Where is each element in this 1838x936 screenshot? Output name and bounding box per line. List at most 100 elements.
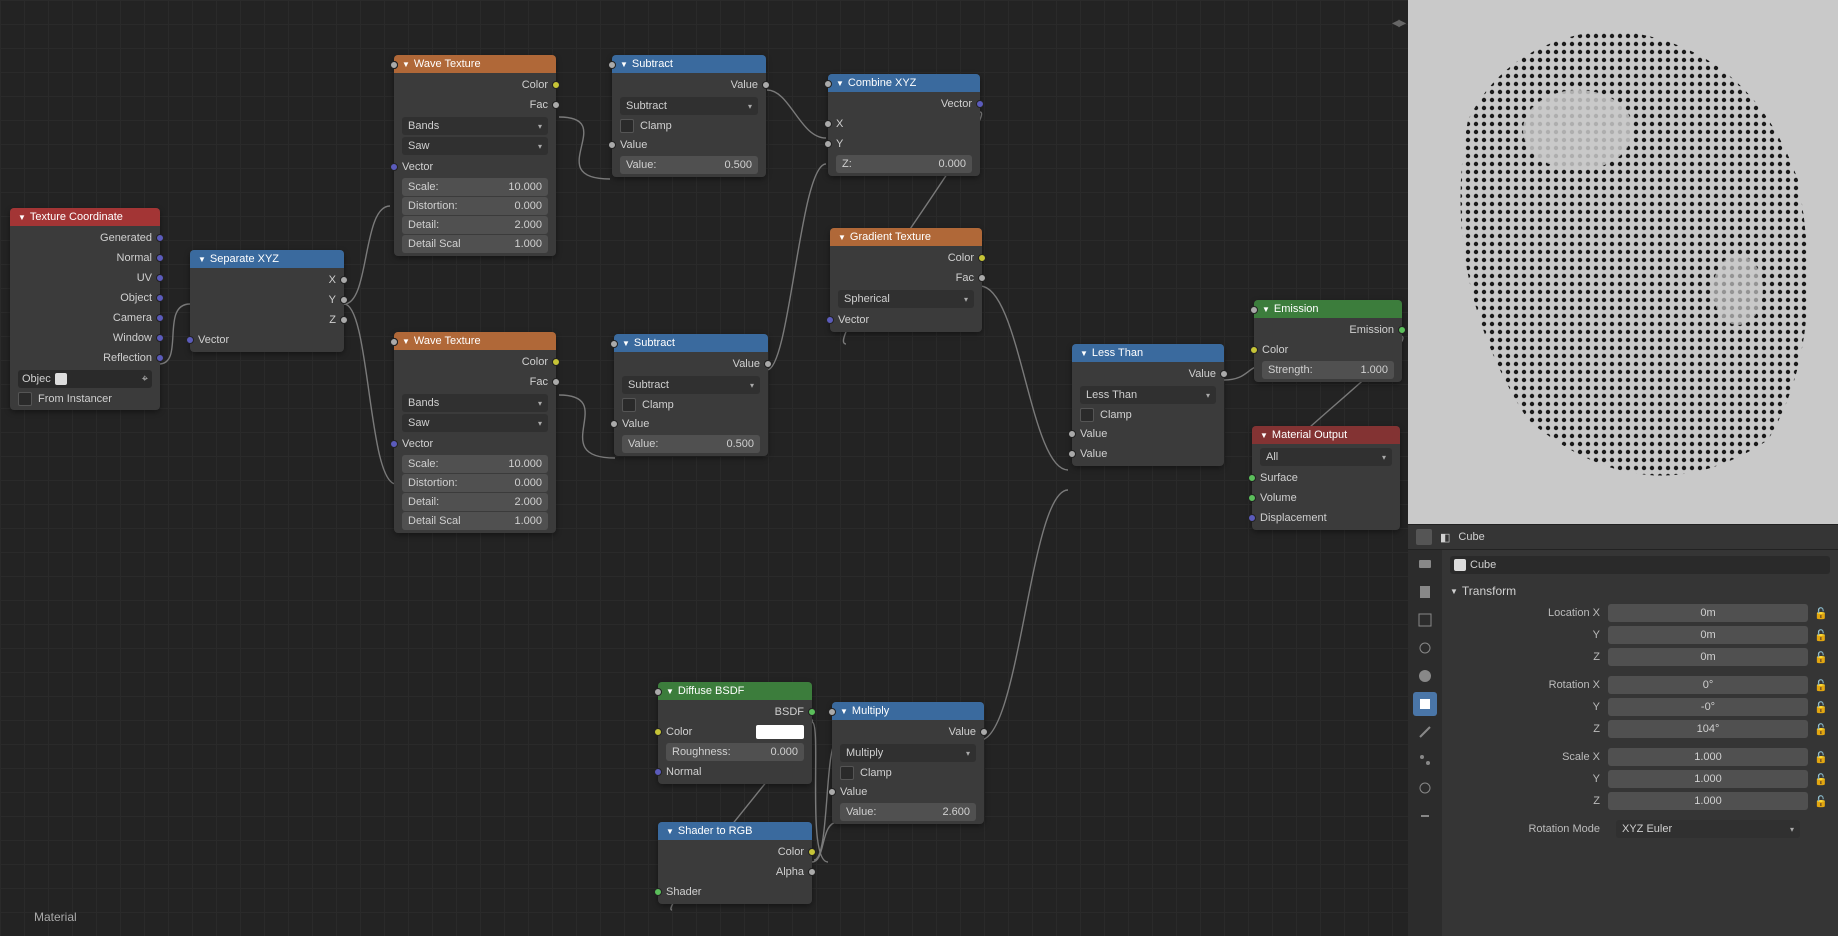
- lock-icon[interactable]: 🔓: [1812, 676, 1830, 694]
- socket-displacement-in[interactable]: Displacement: [1252, 508, 1400, 528]
- roughness-field[interactable]: Roughness:0.000: [666, 743, 804, 761]
- node-header[interactable]: Diffuse BSDF: [658, 682, 812, 700]
- node-emission[interactable]: Emission Emission Color Strength:1.000: [1254, 300, 1402, 382]
- socket-z[interactable]: Z: [190, 310, 344, 330]
- node-subtract-1[interactable]: Subtract Value Subtract Clamp Value Valu…: [612, 55, 766, 177]
- node-subtract-2[interactable]: Subtract Value Subtract Clamp Value Valu…: [614, 334, 768, 456]
- scale-field[interactable]: Scale:10.000: [402, 455, 548, 473]
- socket-normal-in[interactable]: Normal: [658, 762, 812, 782]
- gradient-type-select[interactable]: Spherical: [838, 290, 974, 308]
- node-header[interactable]: Shader to RGB: [658, 822, 812, 840]
- scale-field[interactable]: Scale:10.000: [402, 178, 548, 196]
- node-header[interactable]: Wave Texture: [394, 332, 556, 350]
- tab-object[interactable]: [1413, 692, 1437, 716]
- value2-field[interactable]: Value:2.600: [840, 803, 976, 821]
- clamp-checkbox[interactable]: Clamp: [612, 117, 766, 135]
- tab-render[interactable]: [1413, 552, 1437, 576]
- socket-x[interactable]: X: [190, 270, 344, 290]
- socket-value-out[interactable]: Value: [1072, 364, 1224, 384]
- wave-profile-select[interactable]: Saw: [402, 414, 548, 432]
- tab-output[interactable]: [1413, 580, 1437, 604]
- node-editor[interactable]: Texture Coordinate Generated Normal UV O…: [0, 0, 1408, 936]
- socket-value-out[interactable]: Value: [612, 75, 766, 95]
- node-texture-coordinate[interactable]: Texture Coordinate Generated Normal UV O…: [10, 208, 160, 410]
- lock-icon[interactable]: 🔓: [1812, 770, 1830, 788]
- node-header[interactable]: Texture Coordinate: [10, 208, 160, 226]
- node-multiply[interactable]: Multiply Value Multiply Clamp Value Valu…: [832, 702, 984, 824]
- clamp-checkbox[interactable]: Clamp: [832, 764, 984, 782]
- from-instancer-checkbox[interactable]: From Instancer: [10, 390, 160, 408]
- rotation-x-field[interactable]: 0°: [1608, 676, 1808, 694]
- socket-surface-in[interactable]: Surface: [1252, 468, 1400, 488]
- location-y-field[interactable]: 0m: [1608, 626, 1808, 644]
- socket-bsdf-out[interactable]: BSDF: [658, 702, 812, 722]
- node-header[interactable]: Combine XYZ: [828, 74, 980, 92]
- scale-x-field[interactable]: 1.000: [1608, 748, 1808, 766]
- tab-view-layer[interactable]: [1413, 608, 1437, 632]
- socket-value1-in[interactable]: Value: [832, 782, 984, 802]
- socket-value1-in[interactable]: Value: [1072, 424, 1224, 444]
- scale-z-field[interactable]: 1.000: [1608, 792, 1808, 810]
- location-x-field[interactable]: 0m: [1608, 604, 1808, 622]
- scale-y-field[interactable]: 1.000: [1608, 770, 1808, 788]
- socket-vector-in[interactable]: Vector: [394, 434, 556, 454]
- node-header[interactable]: Less Than: [1072, 344, 1224, 362]
- object-field[interactable]: Objec⌖: [18, 370, 152, 388]
- rotation-y-field[interactable]: -0°: [1608, 698, 1808, 716]
- node-header[interactable]: Separate XYZ: [190, 250, 344, 268]
- z-field[interactable]: Z:0.000: [836, 155, 972, 173]
- socket-vector-in[interactable]: Vector: [830, 310, 982, 330]
- socket-vector-in[interactable]: Vector: [190, 330, 344, 350]
- rotation-mode-select[interactable]: XYZ Euler: [1616, 820, 1800, 838]
- detail-field[interactable]: Detail:2.000: [402, 493, 548, 511]
- node-header[interactable]: Wave Texture: [394, 55, 556, 73]
- socket-window[interactable]: Window: [10, 328, 160, 348]
- node-header[interactable]: Subtract: [612, 55, 766, 73]
- socket-value-out[interactable]: Value: [832, 722, 984, 742]
- socket-alpha-out[interactable]: Alpha: [658, 862, 812, 882]
- tab-physics[interactable]: [1413, 776, 1437, 800]
- node-combine-xyz[interactable]: Combine XYZ Vector X Y Z:0.000: [828, 74, 980, 176]
- value2-field[interactable]: Value:0.500: [622, 435, 760, 453]
- math-op-select[interactable]: Subtract: [622, 376, 760, 394]
- node-header[interactable]: Material Output: [1252, 426, 1400, 444]
- transform-panel-header[interactable]: Transform: [1450, 580, 1830, 602]
- tab-constraints[interactable]: [1413, 804, 1437, 828]
- socket-uv[interactable]: UV: [10, 268, 160, 288]
- detail-field[interactable]: Detail:2.000: [402, 216, 548, 234]
- socket-value-out[interactable]: Value: [614, 354, 768, 374]
- tab-world[interactable]: [1413, 664, 1437, 688]
- wave-profile-select[interactable]: Saw: [402, 137, 548, 155]
- socket-object[interactable]: Object: [10, 288, 160, 308]
- node-header[interactable]: Subtract: [614, 334, 768, 352]
- clamp-checkbox[interactable]: Clamp: [614, 396, 768, 414]
- clamp-checkbox[interactable]: Clamp: [1072, 406, 1224, 424]
- node-wave-texture-1[interactable]: Wave Texture Color Fac Bands Saw Vector …: [394, 55, 556, 256]
- socket-y[interactable]: Y: [190, 290, 344, 310]
- pin-icon[interactable]: [1416, 529, 1432, 545]
- area-splitter[interactable]: ◀ ▶: [1392, 18, 1404, 29]
- lock-icon[interactable]: 🔓: [1812, 748, 1830, 766]
- detail-scale-field[interactable]: Detail Scal1.000: [402, 235, 548, 253]
- rotation-z-field[interactable]: 104°: [1608, 720, 1808, 738]
- socket-color-in[interactable]: Color: [1254, 340, 1402, 360]
- render-preview[interactable]: [1408, 0, 1838, 524]
- tab-particles[interactable]: [1413, 748, 1437, 772]
- lock-icon[interactable]: 🔓: [1812, 604, 1830, 622]
- socket-reflection[interactable]: Reflection: [10, 348, 160, 368]
- socket-camera[interactable]: Camera: [10, 308, 160, 328]
- socket-generated[interactable]: Generated: [10, 228, 160, 248]
- distortion-field[interactable]: Distortion:0.000: [402, 474, 548, 492]
- detail-scale-field[interactable]: Detail Scal1.000: [402, 512, 548, 530]
- node-diffuse-bsdf[interactable]: Diffuse BSDF BSDF Color Roughness:0.000 …: [658, 682, 812, 784]
- node-header[interactable]: Gradient Texture: [830, 228, 982, 246]
- socket-color-out[interactable]: Color: [658, 842, 812, 862]
- lock-icon[interactable]: 🔓: [1812, 648, 1830, 666]
- socket-normal[interactable]: Normal: [10, 248, 160, 268]
- socket-color[interactable]: Color: [394, 352, 556, 372]
- socket-fac[interactable]: Fac: [394, 372, 556, 392]
- value2-field[interactable]: Value:0.500: [620, 156, 758, 174]
- socket-value1-in[interactable]: Value: [612, 135, 766, 155]
- socket-color[interactable]: Color: [394, 75, 556, 95]
- node-separate-xyz[interactable]: Separate XYZ X Y Z Vector: [190, 250, 344, 352]
